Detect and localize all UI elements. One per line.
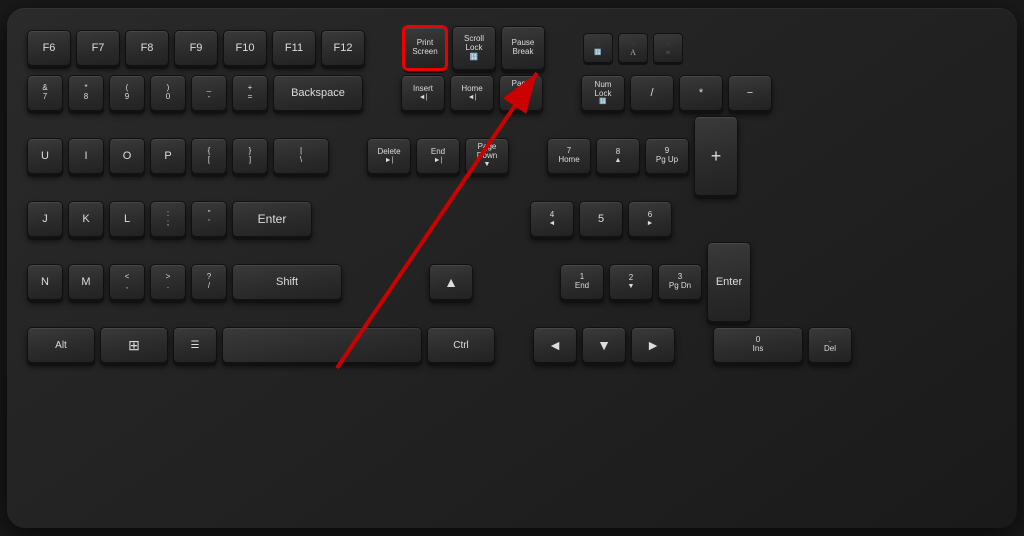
key-numlock[interactable]: Num Lock 🔢 [581,75,625,111]
caps-lock-indicator: A [618,33,648,63]
key-f7[interactable]: F7 [76,30,120,66]
key-insert[interactable]: Insert ◄| [401,75,445,111]
key-l[interactable]: L [109,201,145,237]
key-f9[interactable]: F9 [174,30,218,66]
key-semicolon[interactable]: : ; [150,201,186,237]
key-p[interactable]: P [150,138,186,174]
num-lock-indicator: 🔢 [583,33,613,63]
key-u[interactable]: U [27,138,63,174]
key-lbrace[interactable]: { [ [191,138,227,174]
key-num-dot[interactable]: . Del [808,327,852,363]
key-win[interactable]: ⊞ [100,327,168,363]
key-rbrace[interactable]: } ] [232,138,268,174]
key-scroll-lock[interactable]: Scroll Lock 🔢 [452,26,496,70]
key-m[interactable]: M [68,264,104,300]
key-end[interactable]: End ►| [416,138,460,174]
key-plus[interactable]: + = [232,75,268,111]
key-num-slash[interactable]: / [630,75,674,111]
key-gt[interactable]: > . [150,264,186,300]
key-menu[interactable]: ☰ [173,327,217,363]
key-i[interactable]: I [68,138,104,174]
key-num-minus[interactable]: − [728,75,772,111]
key-asterisk[interactable]: * 8 [68,75,104,111]
key-f6[interactable]: F6 [27,30,71,66]
key-rctrl[interactable]: Ctrl [427,327,495,363]
key-backspace[interactable]: Backspace [273,75,363,111]
key-f10[interactable]: F10 [223,30,267,66]
key-backslash[interactable]: | \ [273,138,329,174]
keyboard-container: F6 F7 F8 F9 F10 F11 F12 Print Screen Scr… [7,8,1017,528]
key-arrow-right[interactable]: ► [631,327,675,363]
key-rparen[interactable]: ) 0 [150,75,186,111]
key-question[interactable]: ? / [191,264,227,300]
key-f12[interactable]: F12 [321,30,365,66]
key-quote[interactable]: " ' [191,201,227,237]
key-num-1[interactable]: 1 End [560,264,604,300]
key-num-7[interactable]: 7 Home [547,138,591,174]
key-num-4[interactable]: 4 ◄ [530,201,574,237]
key-home[interactable]: Home ◄| [450,75,494,111]
key-space[interactable] [222,327,422,363]
key-lt[interactable]: < , [109,264,145,300]
key-n[interactable]: N [27,264,63,300]
key-num-plus[interactable]: + [694,116,738,196]
key-pageup[interactable]: Page Up ▲ [499,75,543,111]
key-num-3[interactable]: 3 Pg Dn [658,264,702,300]
key-num-star[interactable]: * [679,75,723,111]
key-k[interactable]: K [68,201,104,237]
key-pagedown[interactable]: Page Down ▼ [465,138,509,174]
key-alt[interactable]: Alt [27,327,95,363]
key-underscore[interactable]: _ - [191,75,227,111]
key-pause-break[interactable]: Pause Break [501,26,545,70]
key-delete[interactable]: Delete ►| [367,138,411,174]
key-num-enter[interactable]: Enter [707,242,751,322]
key-arrow-up[interactable]: ▲ [429,264,473,300]
key-num-2[interactable]: 2 ▼ [609,264,653,300]
key-arrow-left[interactable]: ◄ [533,327,577,363]
key-num-9[interactable]: 9 Pg Up [645,138,689,174]
key-enter[interactable]: Enter [232,201,312,237]
key-num-5[interactable]: 5 [579,201,623,237]
key-num-8[interactable]: 8 ▲ [596,138,640,174]
key-num-6[interactable]: 6 ► [628,201,672,237]
key-amp[interactable]: & 7 [27,75,63,111]
key-num-0[interactable]: 0 Ins [713,327,803,363]
key-o[interactable]: O [109,138,145,174]
key-f11[interactable]: F11 [272,30,316,66]
key-arrow-down[interactable]: ▼ [582,327,626,363]
key-rshift[interactable]: Shift [232,264,342,300]
key-j[interactable]: J [27,201,63,237]
main-keyboard: F6 F7 F8 F9 F10 F11 F12 Print Screen Scr… [27,26,852,363]
key-print-screen[interactable]: Print Screen [403,26,447,70]
key-lparen[interactable]: ( 9 [109,75,145,111]
scroll-lock-indicator: ≡ [653,33,683,63]
key-f8[interactable]: F8 [125,30,169,66]
